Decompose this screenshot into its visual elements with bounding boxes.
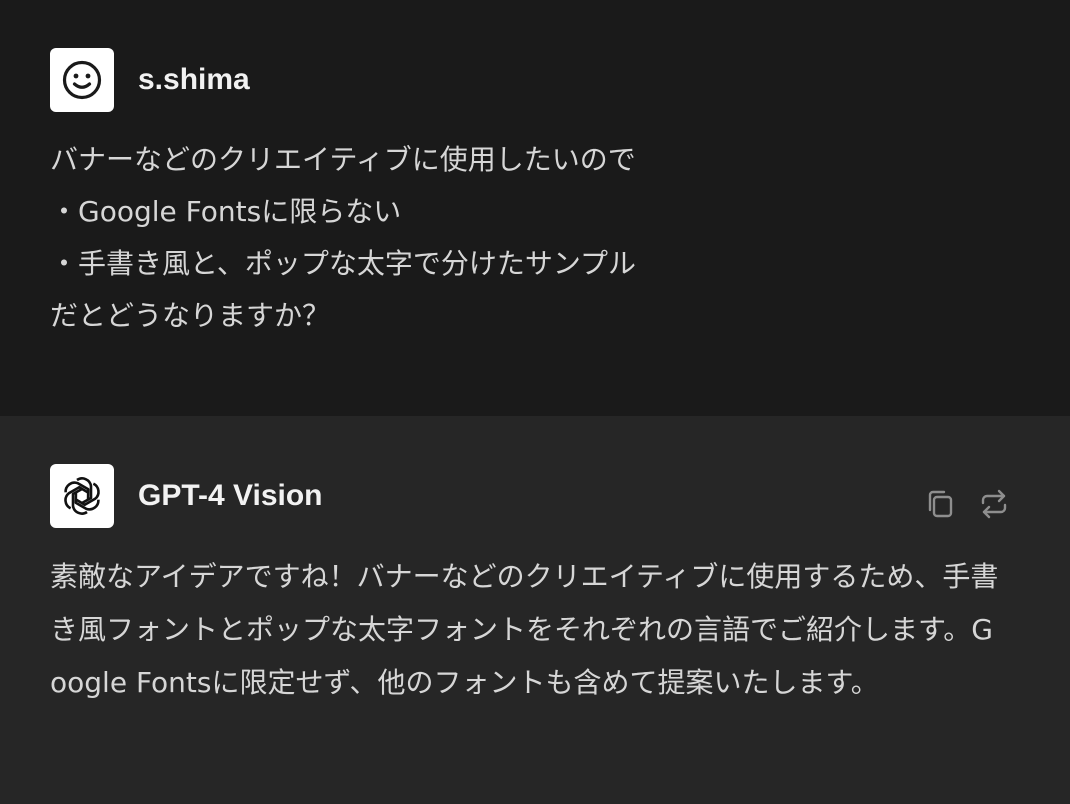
openai-logo-icon <box>64 477 100 515</box>
user-message: s.shima バナーなどのクリエイティブに使用したいので ・Google Fo… <box>0 0 1070 416</box>
assistant-message-text: 素敵なアイデアですね！バナーなどのクリエイティブに使用するため、手書き風フォント… <box>50 560 999 699</box>
assistant-avatar <box>50 464 114 528</box>
assistant-message: GPT-4 Vision 素敵なアイデアですね！バナーなどのクリエイティブに使用… <box>0 416 1070 804</box>
user-author-name: s.shima <box>138 63 250 96</box>
user-message-line: ・Google Fontsに限らない <box>50 195 402 228</box>
message-actions <box>924 488 1010 520</box>
user-message-line: だとどうなりますか？ <box>50 299 331 332</box>
user-avatar <box>50 48 114 112</box>
regenerate-icon <box>981 489 1007 519</box>
user-message-line: バナーなどのクリエイティブに使用したいので <box>50 143 636 176</box>
smiley-icon <box>62 60 102 100</box>
copy-icon <box>928 490 953 518</box>
user-message-line: ・手書き風と、ポップな太字で分けたサンプル <box>50 247 637 280</box>
regenerate-button[interactable] <box>978 488 1010 520</box>
user-message-text: バナーなどのクリエイティブに使用したいので ・Google Fontsに限らない… <box>50 134 1010 342</box>
assistant-author-name: GPT-4 Vision <box>138 479 323 512</box>
copy-button[interactable] <box>924 488 956 520</box>
